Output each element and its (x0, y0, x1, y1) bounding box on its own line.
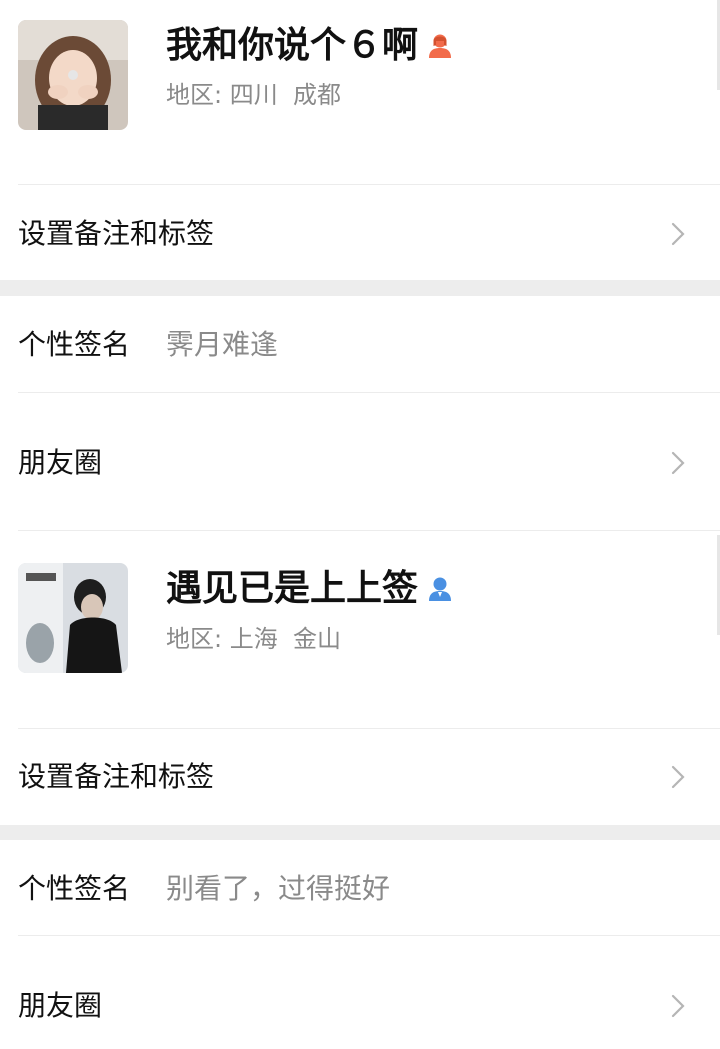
chevron-right-icon (671, 222, 685, 246)
chevron-right-icon (671, 994, 685, 1018)
signature-value: 霁月难逢 (166, 328, 279, 361)
signature-row: 个性签名 别看了，过得挺好 (0, 840, 720, 935)
region-value: 上海 金山 (229, 625, 341, 653)
section-gap (0, 825, 720, 840)
set-remark-tags-row[interactable]: 设置备注和标签 (0, 185, 720, 280)
moments-label: 朋友圈 (18, 446, 103, 479)
section-gap (0, 280, 720, 296)
avatar[interactable] (18, 563, 128, 673)
signature-label: 个性签名 (18, 872, 131, 905)
region-text: 地区: 上海 金山 (166, 624, 341, 654)
row-label: 设置备注和标签 (18, 217, 215, 250)
divider (18, 530, 720, 531)
moments-row[interactable]: 朋友圈 (0, 936, 720, 1049)
region-label: 地区: (166, 625, 223, 653)
contact-profiles-page: 我和你说个６啊 地区: 四川 成都 设置备注和标签 个性签名 霁月难逢 朋友圈 (0, 0, 720, 1049)
row-label: 设置备注和标签 (18, 760, 215, 793)
profile-name: 遇见已是上上签 (166, 568, 419, 609)
female-user-icon (429, 34, 452, 58)
profile-name: 我和你说个６啊 (166, 25, 419, 66)
moments-label: 朋友圈 (18, 989, 103, 1022)
region-label: 地区: (166, 81, 223, 109)
male-user-icon (429, 577, 452, 601)
chevron-right-icon (671, 765, 685, 789)
profile-name-row: 我和你说个６啊 (166, 24, 454, 68)
avatar[interactable] (18, 20, 128, 130)
region-text: 地区: 四川 成都 (166, 80, 341, 110)
signature-row: 个性签名 霁月难逢 (0, 296, 720, 392)
moments-row[interactable]: 朋友圈 (0, 393, 720, 530)
signature-label: 个性签名 (18, 328, 131, 361)
chevron-right-icon (671, 451, 685, 475)
set-remark-tags-row[interactable]: 设置备注和标签 (0, 729, 720, 825)
signature-value: 别看了，过得挺好 (166, 872, 391, 905)
region-value: 四川 成都 (229, 81, 341, 109)
profile-name-row: 遇见已是上上签 (166, 567, 454, 611)
